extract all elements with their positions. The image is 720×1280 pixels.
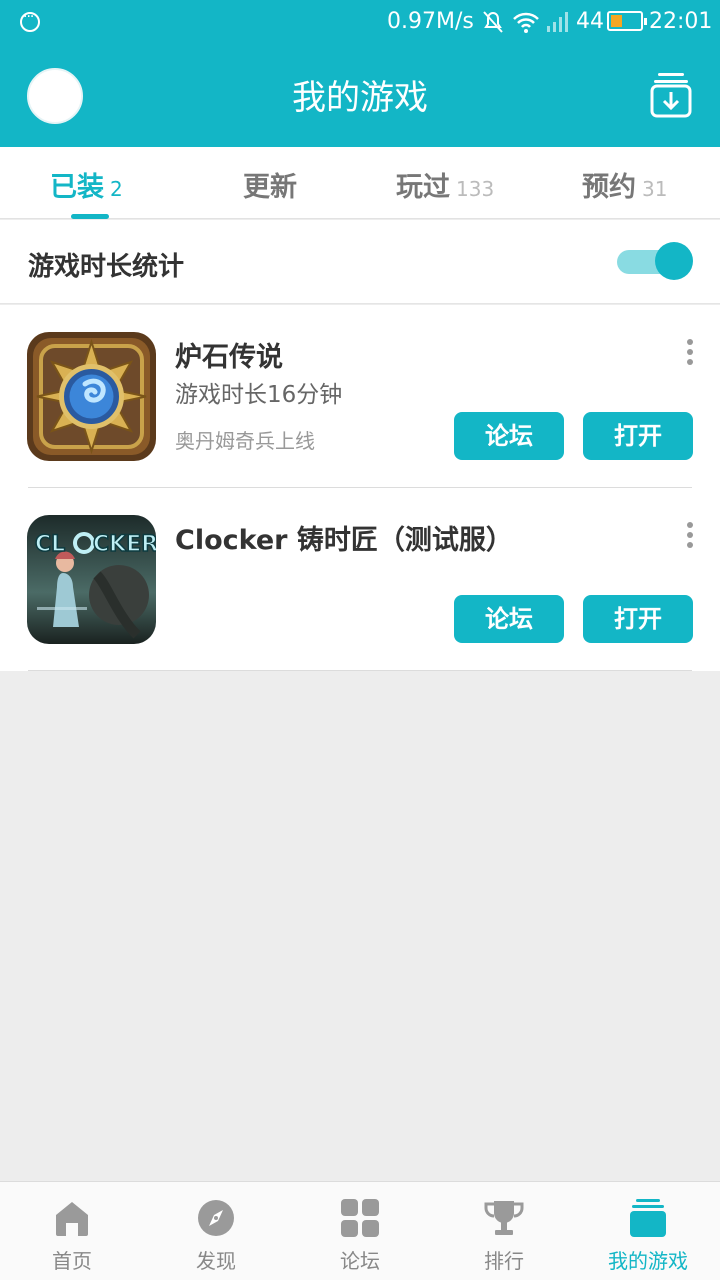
clock: 22:01 [649, 9, 713, 34]
forum-button[interactable]: 论坛 [454, 595, 564, 643]
tab-count: 2 [110, 177, 123, 201]
open-button[interactable]: 打开 [583, 412, 693, 460]
divider [28, 670, 692, 671]
more-options-icon[interactable] [680, 520, 700, 550]
download-manager-icon[interactable] [650, 72, 692, 118]
game-title: Clocker 铸时匠（测试服） [175, 525, 513, 556]
tab-reserved[interactable]: 预约 31 [582, 165, 682, 205]
nav-item-home[interactable]: 首页 [0, 1182, 144, 1280]
tab-installed[interactable]: 已装 2 [50, 165, 140, 205]
tab-label: 预约 [582, 172, 636, 203]
list-item[interactable]: 炉石传说 游戏时长16分钟 奥丹姆奇兵上线 论坛 打开 [0, 305, 720, 488]
home-icon [56, 1202, 88, 1236]
compass-icon [198, 1200, 234, 1236]
status-bar: 0.97M/s 44 22:01 [0, 0, 720, 46]
tab-updates[interactable]: 更新 [225, 165, 315, 205]
clocker-app-icon: CL CKER [27, 515, 156, 644]
svg-text:CKER: CKER [93, 532, 156, 557]
nav-label: 发现 [196, 1249, 236, 1273]
nav-item-forum[interactable]: 论坛 [288, 1182, 432, 1280]
battery-level: 44 [576, 9, 604, 34]
svg-text:CL: CL [35, 532, 65, 557]
game-news: 奥丹姆奇兵上线 [175, 429, 315, 453]
my-games-icon [630, 1199, 666, 1237]
playtime-stats-row: 游戏时长统计 [0, 220, 720, 304]
more-options-icon[interactable] [680, 337, 700, 367]
open-button[interactable]: 打开 [583, 595, 693, 643]
tab-indicator [71, 214, 109, 219]
signal-icon [547, 12, 568, 32]
tab-label: 更新 [243, 172, 297, 203]
trophy-icon [484, 1201, 524, 1235]
mute-icon [483, 11, 503, 33]
page-title: 我的游戏 [292, 78, 428, 118]
forum-button[interactable]: 论坛 [454, 412, 564, 460]
tab-played[interactable]: 玩过 133 [396, 165, 506, 205]
net-speed: 0.97M/s [387, 9, 474, 34]
wifi-icon [513, 12, 539, 33]
tab-bar: 已装 2 更新 玩过 133 预约 31 [0, 147, 720, 219]
playtime-stats-toggle[interactable] [617, 242, 693, 282]
tab-count: 133 [456, 177, 495, 201]
tab-label: 已装 [50, 172, 104, 203]
nav-item-discover[interactable]: 发现 [144, 1182, 288, 1280]
menu-dots-icon [20, 9, 40, 32]
hearthstone-app-icon [27, 332, 156, 461]
battery-icon [607, 11, 647, 31]
nav-label: 论坛 [340, 1249, 380, 1273]
game-title: 炉石传说 [175, 342, 283, 373]
nav-label: 首页 [52, 1249, 92, 1273]
tab-label: 玩过 [396, 172, 450, 203]
bottom-nav: 首页 发现 论坛 排行 我的游戏 [0, 1181, 720, 1280]
tab-count: 31 [642, 177, 668, 201]
app-header: 我的游戏 [0, 46, 720, 147]
playtime-stats-label: 游戏时长统计 [28, 252, 185, 282]
grid-icon [341, 1199, 379, 1237]
nav-label: 排行 [484, 1249, 524, 1273]
game-list: 炉石传说 游戏时长16分钟 奥丹姆奇兵上线 论坛 打开 CL CKER Cloc… [0, 305, 720, 671]
nav-item-my-games[interactable]: 我的游戏 [576, 1182, 720, 1280]
game-play-time: 游戏时长16分钟 [175, 382, 343, 408]
list-item[interactable]: CL CKER Clocker 铸时匠（测试服） 论坛 打开 [0, 488, 720, 671]
nav-item-ranking[interactable]: 排行 [432, 1182, 576, 1280]
nav-label: 我的游戏 [608, 1249, 688, 1273]
